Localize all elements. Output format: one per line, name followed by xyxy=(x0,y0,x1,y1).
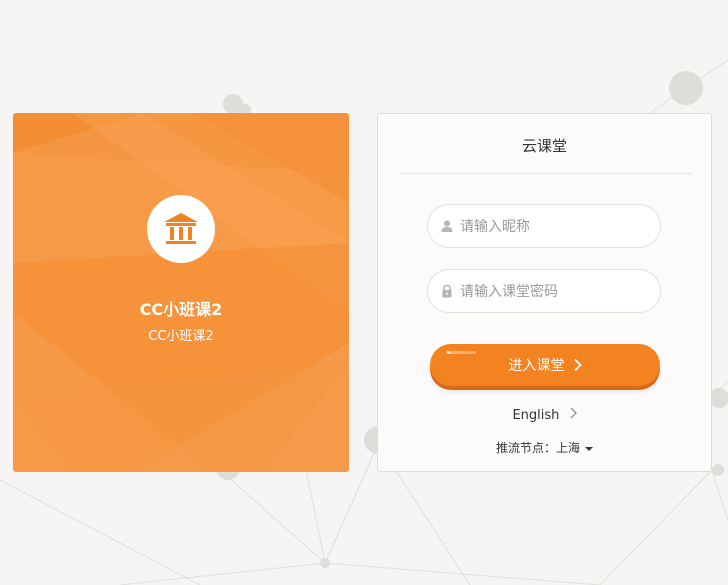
room-info-panel: CC小班课2 CC小班课2 xyxy=(13,113,349,472)
password-input[interactable] xyxy=(458,270,652,314)
password-field xyxy=(427,269,661,314)
nickname-field xyxy=(427,204,661,249)
language-label: English xyxy=(512,408,560,423)
push-node-row: 推流节点：上海 xyxy=(378,439,711,456)
nickname-input[interactable] xyxy=(458,205,652,249)
room-subtitle: CC小班课2 xyxy=(148,329,214,344)
push-node-value: 上海 xyxy=(556,441,581,455)
room-title: CC小班课2 xyxy=(139,300,223,319)
decorative-facets xyxy=(13,113,349,472)
login-title: 云课堂 xyxy=(521,137,567,155)
classroom-building-icon xyxy=(164,213,198,244)
divider xyxy=(398,173,692,174)
user-icon xyxy=(441,220,453,232)
login-panel: 云课堂 进入课堂 English xyxy=(377,113,712,472)
push-node-select[interactable]: 上海 xyxy=(556,441,594,455)
enter-classroom-label: 进入课堂 xyxy=(508,358,565,374)
language-switch-link[interactable]: English xyxy=(378,406,711,423)
button-highlight-dot xyxy=(447,351,451,354)
room-logo xyxy=(147,195,215,263)
chevron-right-icon xyxy=(570,406,577,423)
chevron-right-icon xyxy=(573,358,582,372)
enter-classroom-button[interactable]: 进入课堂 xyxy=(430,344,660,386)
lock-icon xyxy=(442,284,452,298)
caret-down-icon xyxy=(585,446,594,451)
push-node-label: 推流节点： xyxy=(495,441,556,455)
